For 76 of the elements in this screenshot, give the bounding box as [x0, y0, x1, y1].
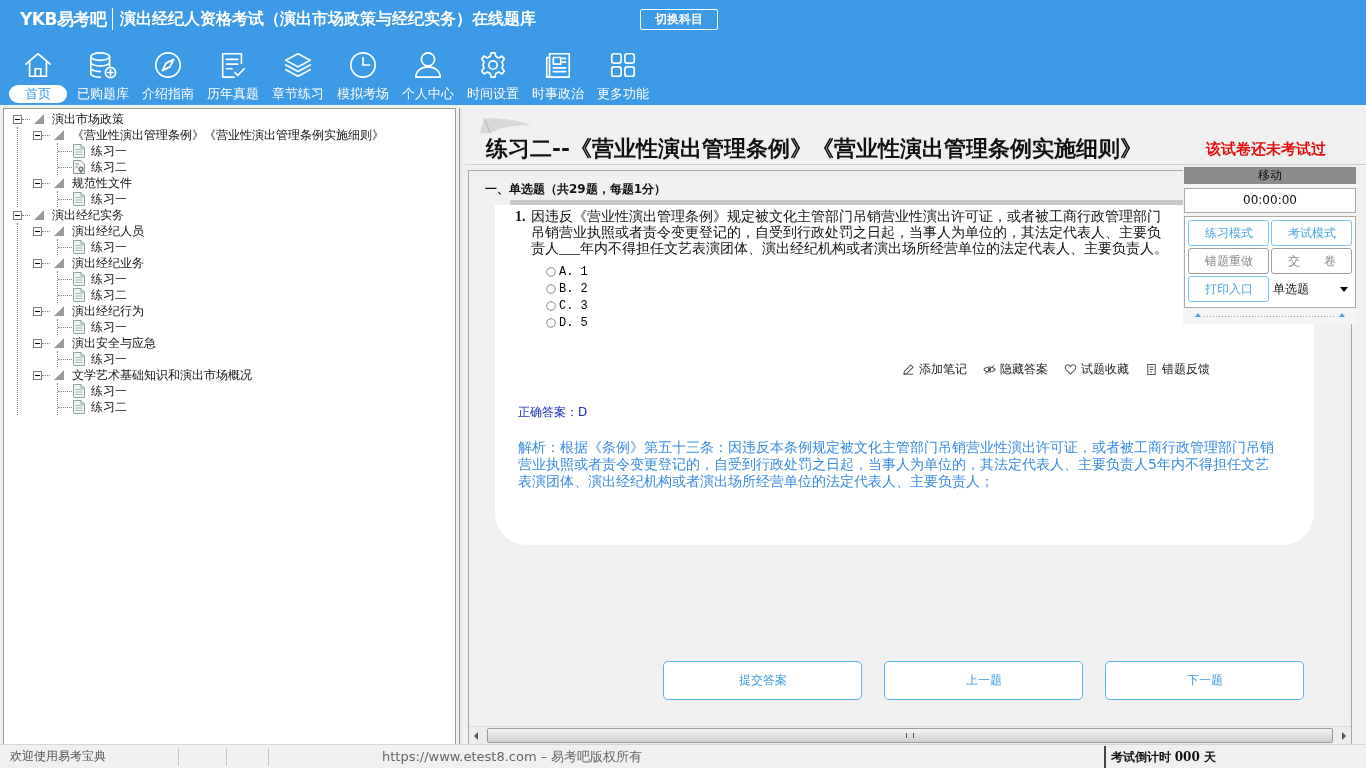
tree-item[interactable]: 文学艺术基础知识和演出市场概况	[72, 367, 252, 383]
tree-item[interactable]: 《营业性演出管理条例》《营业性演出管理条例实施细则》	[72, 127, 384, 143]
pencil-icon[interactable]	[902, 363, 915, 376]
copyright-text: https://www.etest8.com – 易考吧版权所有	[382, 747, 643, 766]
exercise-title: 练习二--《营业性演出管理条例》《营业性演出管理条例实施细则》	[486, 136, 1142, 162]
tree-item[interactable]: 练习二	[91, 159, 127, 175]
exam-timer: 00:00:00	[1184, 188, 1356, 213]
heart-icon[interactable]	[1064, 363, 1077, 376]
caret-icon	[1340, 286, 1348, 292]
minus-box-icon[interactable]	[13, 114, 22, 124]
triangle-icon	[54, 258, 64, 268]
minus-box-icon[interactable]	[13, 210, 22, 220]
radio-button[interactable]	[546, 283, 556, 294]
tree-item[interactable]: 规范性文件	[72, 175, 132, 191]
radio-button[interactable]	[546, 266, 556, 277]
tree-item[interactable]: 练习二	[91, 399, 127, 415]
tree-item[interactable]: 练习一	[91, 239, 127, 255]
tree-item[interactable]: 练习一	[91, 271, 127, 287]
triangle-icon	[54, 370, 64, 380]
question-type-dropdown[interactable]: 单选题	[1271, 276, 1352, 302]
minus-box-icon[interactable]	[33, 178, 42, 188]
radio-button[interactable]	[546, 300, 556, 311]
minus-box-icon[interactable]	[33, 226, 42, 236]
scroll-left-icon[interactable]	[473, 731, 479, 740]
question-tool-link[interactable]: 错题反馈	[1162, 361, 1210, 378]
app-logo: YKB易考吧	[20, 7, 107, 31]
tree-item[interactable]: 演出经纪行为	[72, 303, 144, 319]
tree-item[interactable]: 练习一	[91, 143, 127, 159]
answer-explanation: 解析：根据《条例》第五十三条：因违反本条例规定被文化主管部门吊销营业性演出许可证，或者被工商行政管理部门吊销营业执照或者责令变更登记的，自受到行政处罚之日起，当事人为单位的，其法定代表人、主要负责人5年内不得担任文艺表演团体、演出经纪机构或者演出场所经营单位的法定代表人、主要负责人；	[518, 439, 1275, 490]
minus-box-icon[interactable]	[33, 370, 42, 380]
tree-item[interactable]: 练习一	[91, 351, 127, 367]
triangle-icon	[54, 306, 64, 316]
tree-item[interactable]: 练习一	[91, 383, 127, 399]
scroll-right-icon[interactable]	[1341, 731, 1347, 740]
tree-item[interactable]: 演出经纪实务	[52, 207, 124, 223]
minus-box-icon[interactable]	[33, 338, 42, 348]
tree-item[interactable]: 演出经纪人员	[72, 223, 144, 239]
option-label[interactable]: C. 3	[559, 298, 588, 313]
minus-box-icon[interactable]	[33, 306, 42, 316]
question-tool-link[interactable]: 隐藏答案	[1000, 361, 1048, 378]
minus-box-icon[interactable]	[33, 258, 42, 268]
question-tool-link[interactable]: 添加笔记	[919, 361, 967, 378]
layers-icon[interactable]	[282, 50, 313, 80]
tree-item[interactable]: 演出安全与应急	[72, 335, 156, 351]
horizontal-scrollbar[interactable]	[469, 726, 1351, 744]
eye-icon[interactable]	[983, 363, 996, 376]
option-label[interactable]: A. 1	[559, 264, 588, 279]
scrollbar-thumb[interactable]	[487, 728, 1333, 743]
database-plus-icon[interactable]	[87, 50, 118, 80]
collapse-handle-icon[interactable]	[1192, 312, 1348, 318]
radio-button[interactable]	[546, 317, 556, 328]
triangle-icon	[54, 178, 64, 188]
triangle-icon	[54, 338, 64, 348]
option-label[interactable]: B. 2	[559, 281, 588, 296]
compass-icon[interactable]	[152, 50, 183, 80]
house-icon[interactable]	[22, 50, 53, 80]
welcome-text: 欢迎使用易考宝典	[10, 748, 107, 765]
exam-countdown: 考试倒计时 000 天	[1103, 745, 1216, 768]
clock-icon[interactable]	[347, 50, 378, 80]
tree-item[interactable]: 练习二	[91, 287, 127, 303]
document-icon[interactable]	[1145, 363, 1158, 376]
tree-item[interactable]: 演出经纪业务	[72, 255, 144, 271]
option-label[interactable]: D. 5	[559, 315, 588, 330]
app-title: 演出经纪人资格考试（演出市场政策与经纪实务）在线题库	[120, 8, 537, 30]
tree-item[interactable]: 练习一	[91, 319, 127, 335]
correct-answer: 正确答案：D	[518, 404, 589, 421]
tree-item[interactable]: 演出市场政策	[52, 111, 124, 127]
person-icon[interactable]	[412, 50, 443, 80]
question-tool-link[interactable]: 试题收藏	[1081, 361, 1129, 378]
exam-status-note: 该试卷还未考试过	[1206, 140, 1326, 159]
question-text: 因违反《营业性演出管理条例》规定被文化主管部门吊销营业性演出许可证，或者被工商行政管理部门吊销营业执照或者责令变更登记的，自受到行政处罚之日起，当事人为单位的，其法定代表人、主要负责人___年内不得担任文艺表演团体、演出经纪机构或者演出场所经营单位的法定代表人、主要负责人。	[531, 209, 1169, 257]
question-number: 1.	[515, 209, 527, 226]
minus-box-icon[interactable]	[33, 130, 42, 140]
panel-title[interactable]: 移动	[1184, 167, 1356, 184]
tree-item[interactable]: 练习一	[91, 191, 127, 207]
section-heading: 一、单选题（共29题，每题1分）	[485, 181, 667, 198]
